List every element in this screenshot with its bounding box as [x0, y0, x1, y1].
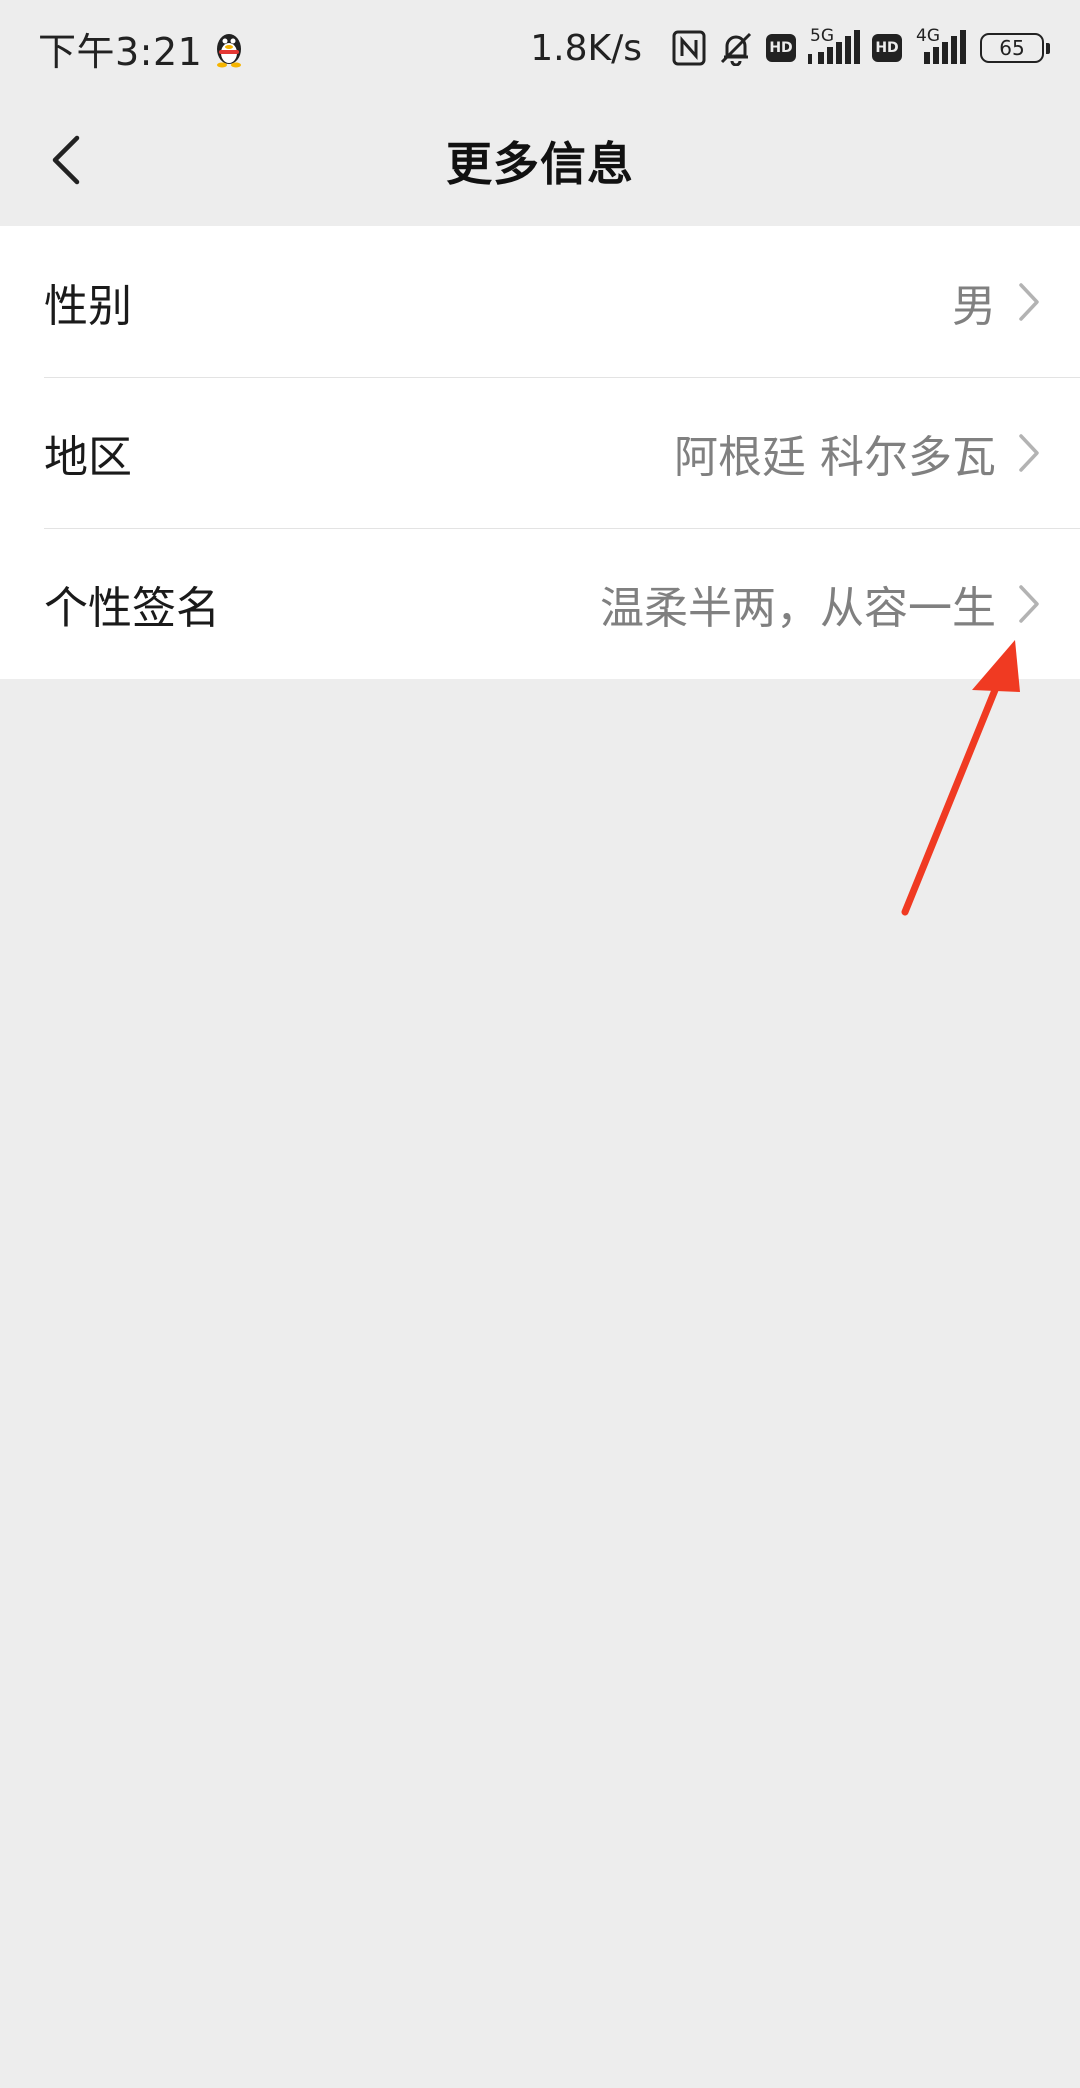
network-speed: 1.8K/s — [530, 27, 642, 69]
battery-icon: 65 — [980, 33, 1050, 63]
row-value: 温柔半两，从容一生 — [600, 582, 996, 634]
signal-5g-icon: 5G — [808, 26, 860, 66]
page-title: 更多信息 — [446, 137, 634, 191]
status-time: 下午3:21 — [38, 29, 203, 74]
row-right: 阿根廷 科尔多瓦 — [674, 421, 1040, 485]
row-label: 性别 — [44, 280, 132, 332]
chevron-right-icon — [1019, 433, 1039, 472]
hd-icon: HD — [872, 34, 902, 62]
battery-level: 65 — [999, 36, 1025, 60]
row-region[interactable]: 地区 阿根廷 科尔多瓦 — [0, 377, 1080, 528]
network-type-label: 4G — [916, 26, 940, 46]
status-left: 下午3:21 — [38, 21, 246, 76]
status-bar: 下午3:21 1.8K/s HD 5G HD 4G 65 — [0, 0, 1080, 96]
chevron-right-icon — [1019, 282, 1039, 321]
qq-penguin-icon — [217, 34, 242, 68]
row-signature[interactable]: 个性签名 温柔半两，从容一生 — [0, 528, 1080, 679]
signal-4g-icon: 4G — [914, 26, 966, 66]
network-type-label: 5G — [810, 26, 834, 46]
row-right: 男 — [952, 270, 1040, 334]
row-value: 阿根廷 科尔多瓦 — [674, 431, 996, 483]
status-right: 1.8K/s HD 5G HD 4G 65 — [530, 26, 1050, 69]
row-right: 温柔半两，从容一生 — [600, 572, 1040, 636]
row-label: 地区 — [44, 431, 132, 483]
row-value: 男 — [952, 280, 996, 332]
hd-icon: HD — [766, 34, 796, 62]
nav-bar: 更多信息 — [0, 96, 1080, 226]
chevron-right-icon — [1019, 584, 1039, 623]
back-button[interactable] — [30, 124, 102, 196]
bell-muted-icon — [718, 30, 754, 66]
row-label: 个性签名 — [44, 582, 220, 634]
chevron-left-icon — [52, 135, 80, 185]
info-list: 性别 男 地区 阿根廷 科尔多瓦 个性签名 温柔半两，从容一生 — [0, 226, 1080, 679]
nfc-icon — [672, 30, 706, 66]
row-gender[interactable]: 性别 男 — [0, 226, 1080, 377]
